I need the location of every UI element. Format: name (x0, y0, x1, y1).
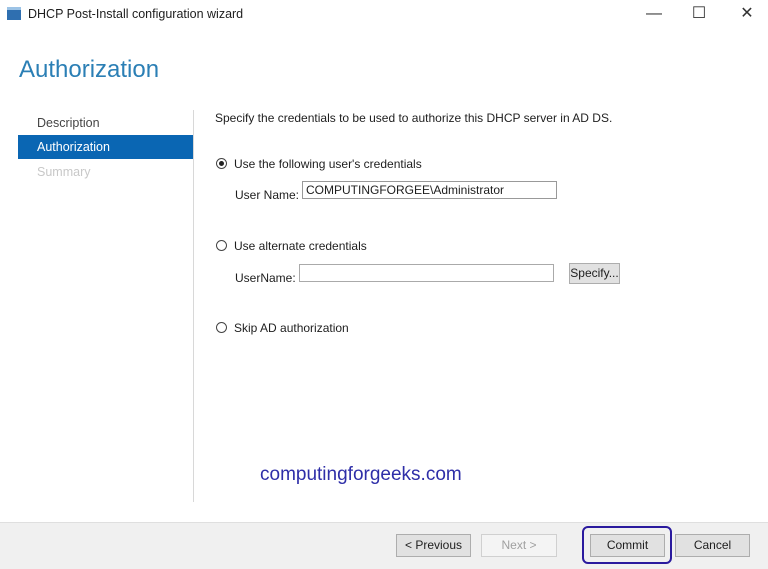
option-skip-ad-label: Skip AD authorization (234, 321, 349, 335)
radio-user-credentials[interactable] (216, 158, 227, 169)
close-button[interactable]: ✕ (727, 2, 767, 26)
divider (193, 110, 194, 502)
app-icon (7, 7, 21, 20)
nav-item-authorization[interactable]: Authorization (18, 135, 193, 159)
cancel-button[interactable]: Cancel (675, 534, 750, 557)
next-button: Next > (481, 534, 557, 557)
page-title: Authorization (19, 56, 160, 83)
nav-item-summary: Summary (37, 165, 91, 179)
radio-skip-ad[interactable] (216, 322, 227, 333)
option-alternate-credentials-label: Use alternate credentials (234, 239, 367, 253)
specify-button[interactable]: Specify... (569, 263, 620, 284)
user-name-field[interactable]: COMPUTINGFORGEE\Administrator (302, 181, 557, 199)
window-title: DHCP Post-Install configuration wizard (28, 7, 244, 21)
previous-button[interactable]: < Previous (396, 534, 471, 557)
alternate-user-name-label: UserName: (235, 271, 296, 285)
radio-alternate-credentials[interactable] (216, 240, 227, 251)
maximize-button[interactable]: ☐ (679, 2, 719, 26)
highlight-annotation (582, 526, 672, 564)
watermark: computingforgeeks.com (260, 464, 462, 485)
user-name-label: User Name: (235, 188, 300, 202)
intro-text: Specify the credentials to be used to au… (215, 111, 613, 125)
minimize-button[interactable]: — (634, 2, 674, 26)
alternate-user-name-field[interactable] (299, 264, 554, 282)
nav-item-description[interactable]: Description (18, 111, 193, 135)
option-user-credentials-label: Use the following user's credentials (234, 157, 422, 171)
